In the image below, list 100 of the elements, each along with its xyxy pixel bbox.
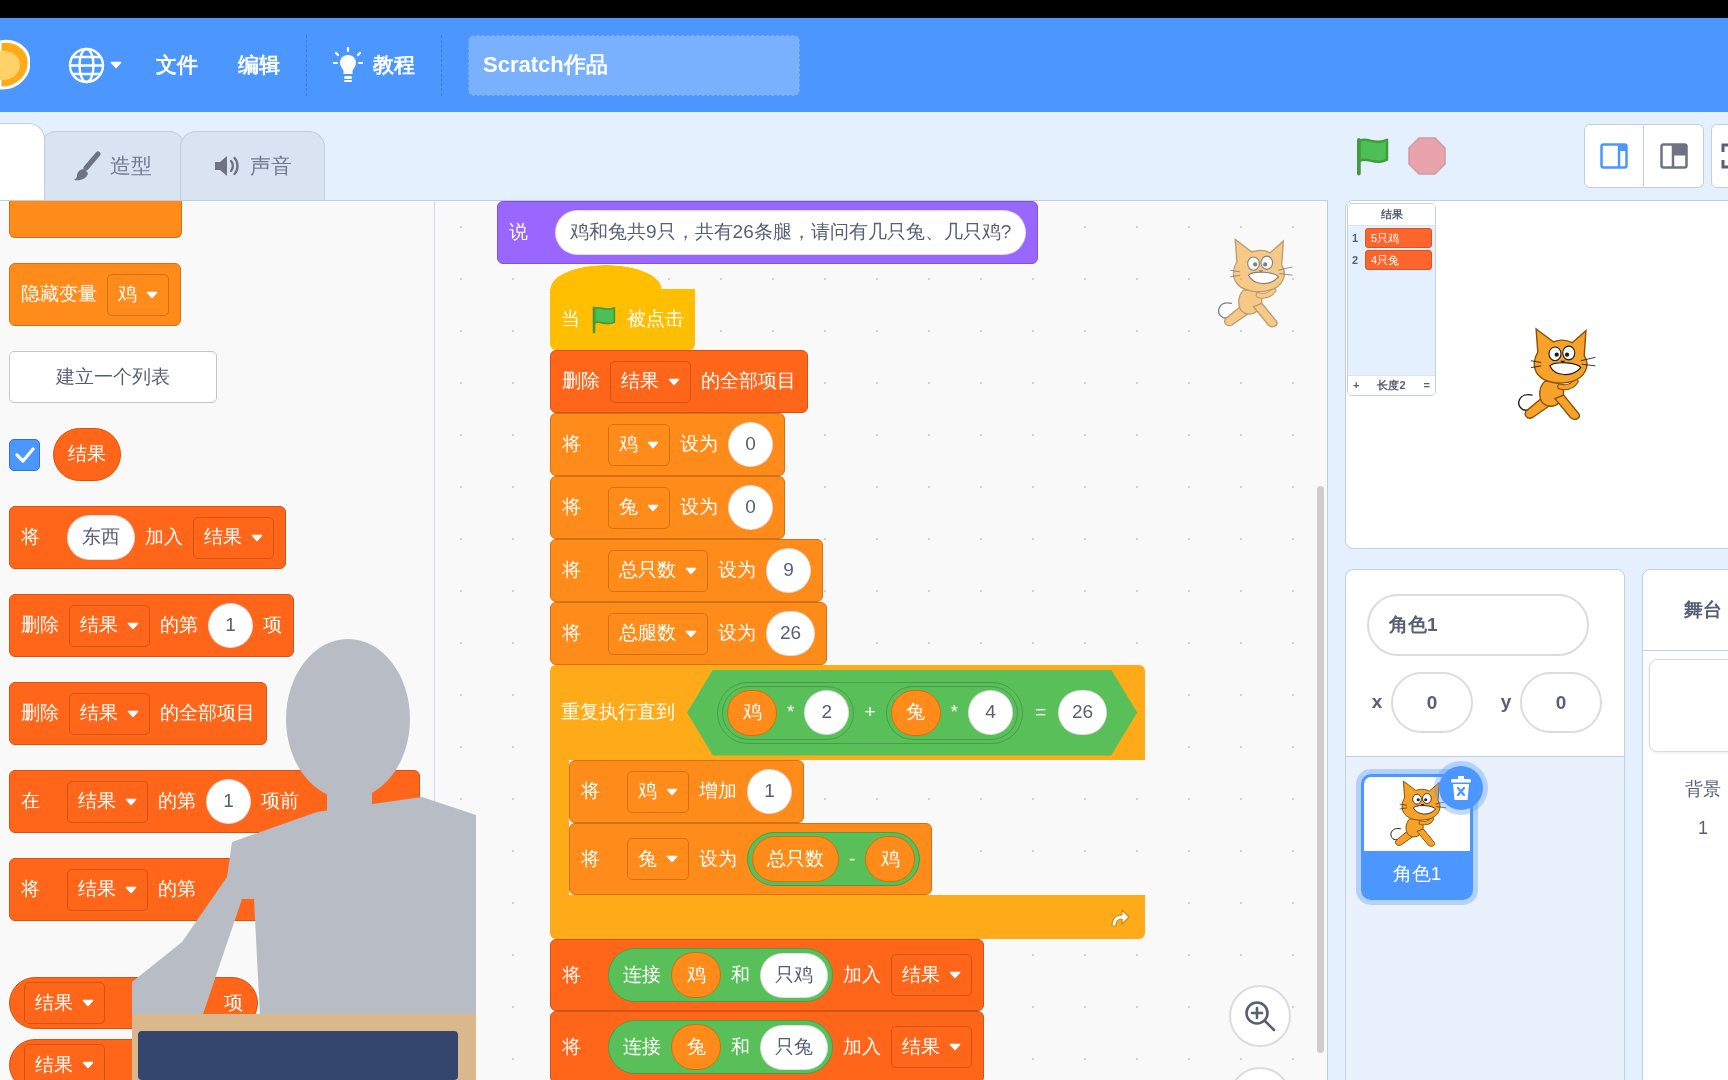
code-block[interactable]: 将 连接 鸡 和 只鸡 加入 结果 [550, 939, 984, 1011]
list-item[interactable]: 4只兔 [1365, 250, 1432, 270]
dropdown[interactable]: 鸡 [608, 423, 670, 466]
y-field[interactable]: 0 [1520, 672, 1602, 733]
caret-icon [125, 885, 137, 894]
backdrop-count: 1 [1697, 817, 1709, 840]
delete-button[interactable] [1439, 766, 1483, 810]
code-block[interactable]: 将 连接 兔 和 只兔 加入 结果 [550, 1011, 984, 1080]
dropdown[interactable]: 结果 [67, 868, 148, 911]
dropdown[interactable]: 结果 [610, 360, 691, 403]
caret-icon [125, 797, 137, 806]
sprite-tile[interactable]: 角色1 [1361, 774, 1473, 900]
stage-size-button[interactable] [1644, 124, 1704, 188]
tutorials-button[interactable]: 教程 [313, 18, 435, 112]
code-block[interactable]: 说 鸡和兔共9只，共有26条腿，请问有几只兔、几只鸡? [497, 201, 1039, 264]
add-item-button[interactable]: + [1353, 377, 1360, 394]
operator-reporter[interactable]: 鸡 * 2 + 兔 * 4 [717, 681, 1023, 744]
dropdown[interactable]: 结果 [24, 982, 105, 1024]
block-label: 的第 [158, 879, 196, 900]
operator-reporter[interactable]: 连接 兔 和 只兔 [608, 1020, 833, 1074]
block-label: 重复执行直到 [561, 700, 675, 725]
number-input[interactable]: 9 [766, 548, 811, 593]
make-list-button[interactable]: 建立一个列表 [9, 351, 217, 403]
operator-reporter[interactable]: 鸡 * 2 [722, 685, 855, 740]
dropdown[interactable]: 鸡 [107, 273, 169, 316]
variable-reporter[interactable]: 鸡 [727, 689, 777, 736]
dropdown[interactable]: 结果 [891, 1026, 972, 1068]
code-block[interactable]: 隐藏变量 鸡 [9, 263, 181, 326]
checkmark-icon [14, 446, 35, 463]
variable-reporter[interactable]: 兔 [671, 1024, 721, 1070]
dropdown[interactable]: 结果 [891, 954, 972, 996]
block-label: 设为 [680, 497, 718, 518]
code-block[interactable]: 将 总只数 设为 9 [550, 539, 823, 602]
dropdown[interactable]: 兔 [608, 486, 670, 529]
condition-block[interactable]: 鸡 * 2 + 兔 * 4 = 26 [687, 669, 1138, 756]
operator-reporter[interactable]: 兔 * 4 [885, 685, 1018, 740]
number-input[interactable]: 0 [728, 422, 773, 467]
variable-reporter[interactable]: 兔 [890, 689, 941, 736]
code-block[interactable]: 将 兔 设为 总只数 - 鸡 [569, 823, 933, 895]
block-label: 当 [561, 309, 580, 330]
dropdown[interactable]: 结果 [24, 1044, 105, 1080]
stage-size-button[interactable] [1584, 124, 1644, 188]
sprite-name: 角色1 [1364, 851, 1470, 897]
variable-reporter[interactable]: 鸡 [671, 952, 721, 998]
editor-tab[interactable] [0, 123, 45, 200]
dropdown[interactable]: 结果 [67, 780, 148, 823]
code-block[interactable] [9, 201, 182, 238]
sprite-name-field[interactable]: 角色1 [1367, 594, 1589, 656]
code-block[interactable]: 删除 结果 的第 1 项 [9, 594, 294, 657]
block-label: 隐藏变量 [21, 284, 97, 305]
dropdown[interactable]: 总只数 [608, 549, 708, 592]
number-input[interactable]: 1 [747, 769, 792, 814]
dropdown[interactable]: 总腿数 [608, 612, 708, 655]
dropdown[interactable]: 兔 [627, 838, 689, 880]
editor-tab[interactable]: 声音 [180, 131, 325, 200]
number-input[interactable]: 0 [728, 485, 773, 530]
block-label: 加入 [145, 527, 183, 548]
backdrop-thumbnail[interactable] [1649, 659, 1728, 752]
caret-icon [647, 440, 659, 449]
code-block[interactable]: 将 总腿数 设为 26 [550, 602, 828, 665]
menu-item[interactable]: 编辑 [218, 18, 300, 112]
checkbox[interactable] [9, 438, 40, 471]
block-label: 将 [562, 434, 582, 455]
scrollbar[interactable] [1317, 486, 1324, 1053]
block-label: + [864, 700, 876, 725]
number-input[interactable]: 1 [208, 603, 253, 648]
number-input[interactable]: 26 [766, 611, 816, 656]
text-input[interactable]: 只鸡 [760, 952, 828, 998]
menu-item[interactable]: 文件 [136, 18, 218, 112]
variable-reporter[interactable]: 总只数 [752, 836, 839, 882]
text-input[interactable]: 鸡和兔共9只，共有26条腿，请问有几只兔、几只鸡? [555, 210, 1027, 255]
resize-handle[interactable]: = [1423, 377, 1430, 394]
dropdown[interactable]: 鸡 [627, 770, 689, 813]
code-block[interactable]: 删除 结果 的全部项目 [550, 350, 808, 413]
flag-icon [590, 305, 617, 334]
number-input[interactable]: 26 [1058, 690, 1108, 735]
caret-icon [685, 629, 697, 638]
list-item[interactable]: 5只鸡 [1365, 228, 1432, 248]
number-input[interactable]: 4 [967, 690, 1013, 735]
list-reporter[interactable]: 结果 [53, 428, 121, 481]
x-field[interactable]: 0 [1391, 672, 1473, 733]
code-block[interactable]: 将 鸡 设为 0 [550, 413, 785, 476]
dropdown[interactable]: 结果 [69, 604, 150, 647]
operator-reporter[interactable]: 连接 鸡 和 只鸡 [608, 948, 833, 1002]
number-input[interactable]: 1 [206, 779, 251, 824]
text-input[interactable]: 只兔 [760, 1024, 828, 1070]
loop-block[interactable]: 重复执行直到 鸡 * 2 + 兔 * 4 = 26 将 鸡 增加 1 将 兔 设为 总只数 - 鸡 [550, 665, 1146, 939]
block-label: 将 [21, 879, 41, 900]
variable-reporter[interactable]: 鸡 [865, 836, 916, 882]
code-block[interactable]: 删除 结果 的全部项目 [9, 682, 267, 745]
text-input[interactable]: 东西 [67, 515, 135, 560]
dropdown[interactable]: 结果 [69, 692, 150, 735]
operator-reporter[interactable]: 总只数 - 鸡 [747, 832, 921, 886]
block-label: 在 [21, 791, 41, 812]
code-block[interactable]: 将 东西 加入 结果 [9, 506, 286, 569]
code-block[interactable]: 将 兔 设为 0 [550, 476, 785, 539]
dropdown[interactable]: 结果 [193, 516, 274, 559]
code-block[interactable]: 将 鸡 增加 1 [569, 760, 804, 823]
number-input[interactable]: 2 [804, 690, 850, 735]
block-label: 的第 [160, 615, 198, 636]
